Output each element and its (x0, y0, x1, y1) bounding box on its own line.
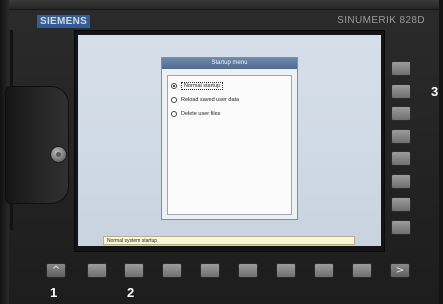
vertical-softkey-3[interactable] (391, 106, 411, 121)
horizontal-softkey-8[interactable] (352, 263, 372, 278)
vertical-softkey-1[interactable] (391, 61, 411, 76)
horizontal-softkey-6[interactable] (276, 263, 296, 278)
horizontal-softkey-7[interactable] (314, 263, 334, 278)
dialog-title: Startup menu (162, 58, 297, 69)
horizontal-softkey-2[interactable] (124, 263, 144, 278)
option-label: Delete user files (181, 111, 221, 117)
vertical-softkey-8[interactable] (391, 220, 411, 235)
callout-2: 2 (127, 285, 135, 300)
radio-button-icon[interactable] (171, 97, 177, 103)
operator-panel: SIEMENS SINUMERIK 828D Startup menu Norm… (0, 0, 443, 304)
option-normal-startup[interactable]: Normal startup (171, 80, 288, 92)
horizontal-softkey-5[interactable] (238, 263, 258, 278)
rotary-knob-icon[interactable] (50, 146, 67, 163)
vertical-softkey-4[interactable] (391, 129, 411, 144)
panel-top-rim (9, 0, 439, 10)
option-label: Normal startup (181, 82, 224, 90)
horizontal-softkey-4[interactable] (200, 263, 220, 278)
option-delete-user-files[interactable]: Delete user files (171, 108, 288, 120)
status-bar: Normal system startup (103, 236, 355, 245)
vertical-softkey-2[interactable] (391, 84, 411, 99)
up-caret-icon: ^ (51, 265, 61, 276)
horizontal-softkey-3[interactable] (162, 263, 182, 278)
right-caret-icon: > (395, 265, 405, 276)
radio-button-icon[interactable] (171, 83, 177, 89)
option-label: Reload saved user data (181, 97, 240, 103)
vertical-softkey-7[interactable] (391, 197, 411, 212)
vertical-softkey-6[interactable] (391, 174, 411, 189)
dialog-options-list: Normal startup Reload saved user data De… (167, 75, 292, 215)
brand-logo: SIEMENS (37, 15, 91, 28)
startup-dialog: Startup menu Normal startup Reload saved… (161, 57, 298, 220)
radio-button-icon[interactable] (171, 111, 177, 117)
model-label: SINUMERIK 828D (337, 15, 425, 26)
option-reload-user-data[interactable]: Reload saved user data (171, 94, 288, 106)
horizontal-softkey-1[interactable] (87, 263, 107, 278)
vertical-softkey-5[interactable] (391, 151, 411, 166)
etc-button[interactable]: > (390, 263, 410, 278)
recall-button[interactable]: ^ (46, 263, 66, 278)
panel-right-edge (439, 0, 443, 304)
callout-3: 3 (431, 84, 439, 99)
side-grip (5, 86, 69, 204)
callout-1: 1 (50, 285, 58, 300)
display-screen: Startup menu Normal startup Reload saved… (78, 35, 381, 246)
